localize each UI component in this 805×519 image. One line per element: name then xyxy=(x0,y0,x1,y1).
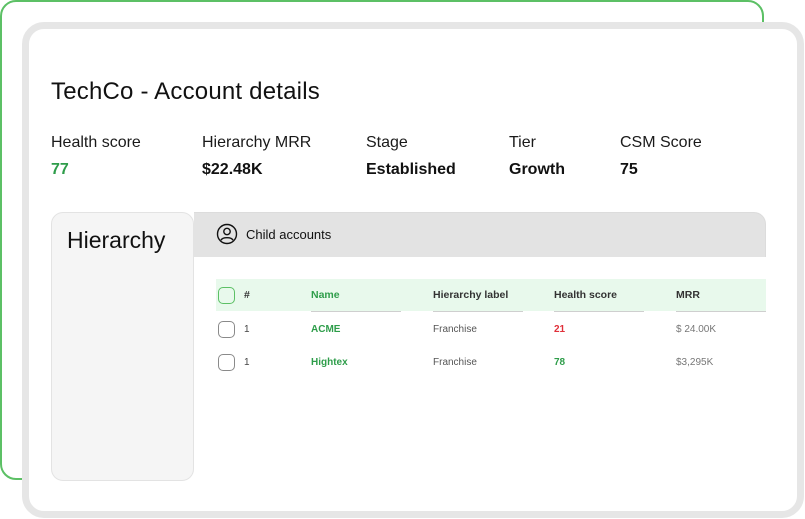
metric-tier: Tier Growth xyxy=(509,134,565,179)
column-divider xyxy=(554,311,644,312)
tab-label: Child accounts xyxy=(246,226,332,242)
row-index: 1 xyxy=(244,324,250,335)
column-header-index: # xyxy=(244,289,250,301)
column-divider xyxy=(433,311,523,312)
metric-value: Growth xyxy=(509,161,565,178)
select-all-checkbox[interactable] xyxy=(218,287,235,304)
mrr-value: $ 24.00K xyxy=(676,324,717,335)
metric-csm-score: CSM Score 75 xyxy=(620,134,702,179)
metric-hierarchy-mrr: Hierarchy MRR $22.48K xyxy=(202,134,311,179)
metric-health-score: Health score 77 xyxy=(51,134,141,179)
tab-child-accounts[interactable]: Child accounts xyxy=(216,223,331,245)
metric-label: Hierarchy MRR xyxy=(202,134,312,151)
hierarchy-label: Franchise xyxy=(433,357,477,368)
hierarchy-sidebar: Hierarchy xyxy=(51,212,194,481)
column-header-name[interactable]: Name xyxy=(311,289,340,301)
hierarchy-label: Franchise xyxy=(433,324,477,335)
metric-stage: Stage Established xyxy=(366,134,456,179)
metric-value: $22.48K xyxy=(202,161,263,178)
health-score-value: 78 xyxy=(554,357,566,368)
table-header: # Name Hierarchy label Health score MRR xyxy=(216,279,766,312)
metric-label: CSM Score xyxy=(620,134,702,151)
metric-label: Stage xyxy=(366,134,408,151)
column-divider xyxy=(676,311,766,312)
mrr-value: $3,295K xyxy=(676,357,714,368)
account-name-link[interactable]: ACME xyxy=(311,324,340,335)
column-header-health-score[interactable]: Health score xyxy=(554,289,617,301)
tab-bar: Child accounts xyxy=(194,212,766,257)
health-score-value: 21 xyxy=(554,324,566,335)
metric-value: 75 xyxy=(620,161,638,178)
column-header-mrr[interactable]: MRR xyxy=(676,289,700,301)
sidebar-title: Hierarchy xyxy=(67,227,166,253)
metric-value: Established xyxy=(366,161,456,178)
column-divider xyxy=(311,311,401,312)
row-index: 1 xyxy=(244,357,250,368)
page-title: TechCo - Account details xyxy=(51,78,320,105)
row-checkbox[interactable] xyxy=(218,321,235,338)
column-header-hierarchy-label[interactable]: Hierarchy label xyxy=(433,289,508,301)
metric-label: Tier xyxy=(509,134,536,151)
row-checkbox[interactable] xyxy=(218,354,235,371)
metric-value: 77 xyxy=(51,161,69,178)
user-circle-icon xyxy=(216,223,238,245)
account-name-link[interactable]: Hightex xyxy=(311,357,348,368)
metric-label: Health score xyxy=(51,134,141,151)
